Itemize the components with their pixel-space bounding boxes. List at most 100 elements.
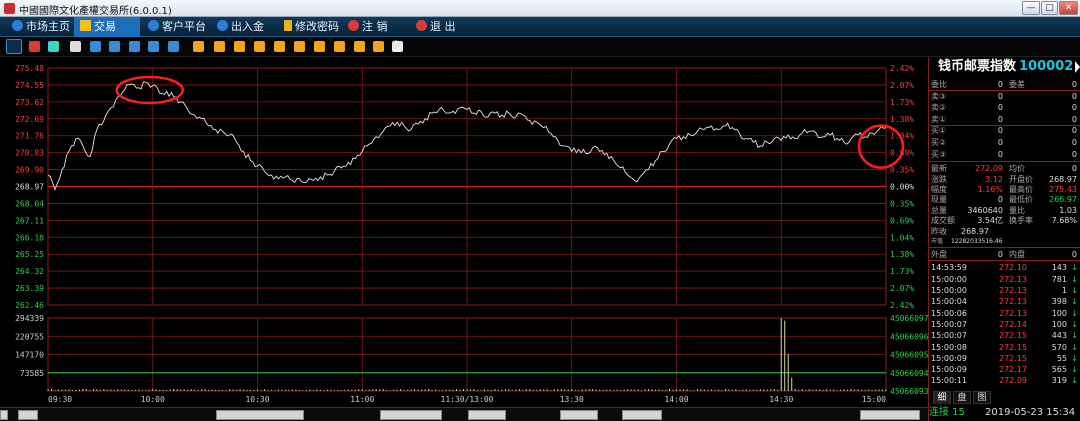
s8-icon[interactable]: [334, 41, 345, 52]
y-icon[interactable]: [373, 41, 384, 52]
tick-volume: 565: [1051, 365, 1067, 375]
globe-icon: [12, 20, 23, 31]
divider: [929, 247, 1080, 249]
x-icon[interactable]: [168, 41, 179, 52]
line-chart-icon[interactable]: [29, 41, 40, 52]
intraday-chart-svg: 275.48 2.42% 274.55 2.07% 273.62 1.73% 272.69 1…: [15, 64, 929, 404]
tick-time: 15:00:00: [931, 286, 967, 295]
quote-value: 268.97: [961, 226, 989, 236]
tick-row: 15:00:11 272.09 319 ↓: [929, 375, 1080, 386]
s4-icon[interactable]: [254, 41, 265, 52]
app-logo-icon: [4, 3, 15, 14]
volume-tick-label: 220755: [15, 332, 44, 341]
menu-trade[interactable]: 交易: [74, 17, 140, 37]
order-book-price: 0: [997, 80, 1003, 89]
quote-panel: 钱币邮票指数 100002 委比 0 委差 0 卖③ 0 0 卖② 0 0 卖① 0 0 买① 0 0 买② 0 0 买…: [928, 57, 1080, 421]
s9-icon[interactable]: [354, 41, 365, 52]
order-book-row: 买② 0 0: [929, 137, 1080, 148]
close-button[interactable]: ✕: [1059, 1, 1078, 15]
tick-time: 15:00:07: [931, 331, 967, 341]
down-arrow-icon: ↓: [1071, 274, 1078, 284]
order-book-label: 买①: [931, 126, 947, 136]
tick-volume: 570: [1051, 342, 1067, 352]
season-icon[interactable]: [148, 41, 159, 52]
tick-volume: 443: [1051, 331, 1067, 341]
week-icon[interactable]: [109, 41, 120, 52]
volume-tick-label: 147170: [15, 351, 44, 360]
day-icon[interactable]: [90, 41, 101, 52]
percent-tick-label: 2.07%: [890, 284, 914, 293]
maximize-button[interactable]: □: [1041, 1, 1058, 15]
order-book-volume: 0: [1071, 126, 1077, 136]
s6-icon[interactable]: [294, 41, 305, 52]
menu-change-password[interactable]: 修改密码: [282, 17, 344, 37]
tab-book[interactable]: 盘: [953, 391, 971, 404]
time-tick-label: 14:30: [769, 395, 793, 404]
tab-chart[interactable]: 图: [973, 391, 991, 404]
annotation-circle: [115, 75, 185, 105]
annotation-circle: [857, 124, 905, 169]
menu-deposit-withdraw[interactable]: 出入金: [215, 17, 271, 37]
time-tick-label: 13:30: [560, 395, 584, 404]
tick-volume: 100: [1051, 319, 1067, 329]
quote-value: 275.43: [1049, 185, 1077, 194]
s3-icon[interactable]: [234, 41, 245, 52]
down-arrow-icon: ↓: [1071, 263, 1078, 273]
s2-icon[interactable]: [214, 41, 225, 52]
menu-market-home[interactable]: 市场主页: [8, 17, 72, 37]
minimize-button[interactable]: —: [1022, 1, 1040, 15]
down-arrow-icon: ↓: [1071, 353, 1078, 363]
quote-row: 市值 12282033516.46: [929, 236, 1080, 247]
tab-detail[interactable]: 细: [933, 391, 951, 404]
tick-icon[interactable]: [48, 41, 59, 52]
main-menu: 市场主页 交易 客户平台 出入金 修改密码 注 销 退 出: [0, 17, 1080, 37]
settings-icon[interactable]: ⚙: [391, 38, 401, 51]
order-book-price: 0: [997, 114, 1003, 124]
connection-status: 连接 15: [929, 407, 965, 418]
card-icon[interactable]: [70, 41, 81, 52]
tick-time: 15:00:06: [931, 308, 967, 318]
outer-label: 外盘: [931, 250, 947, 260]
volume-tick-label: 294339: [15, 314, 44, 323]
s5-icon[interactable]: [274, 41, 285, 52]
volume-right-tick-label: 45066095: [890, 351, 928, 360]
panel-tabs: 细 盘 图: [929, 391, 1080, 404]
menu-exit[interactable]: 退 出: [414, 17, 476, 37]
power-icon: [348, 20, 359, 31]
divider: [929, 260, 1080, 262]
percent-tick-label: 0.00%: [890, 183, 914, 192]
chart-bars-icon[interactable]: [6, 39, 22, 54]
price-tick-label: 268.04: [15, 199, 44, 208]
tick-row: 15:00:07 272.14 100 ↓: [929, 319, 1080, 330]
s1-icon[interactable]: [193, 41, 204, 52]
quote-label: 最高价: [1009, 185, 1033, 194]
tick-volume: 55: [1056, 353, 1067, 363]
quote-row: 昨收 268.97: [929, 226, 1080, 237]
order-book-price: 0: [997, 103, 1003, 113]
order-book-row: 卖① 0 0: [929, 114, 1080, 125]
globe-icon: [217, 20, 228, 31]
s7-icon[interactable]: [314, 41, 325, 52]
price-tick-label: 264.32: [15, 267, 44, 276]
volume-right-tick-label: 45066093: [890, 387, 928, 396]
next-arrow-icon[interactable]: [1075, 61, 1080, 73]
price-tick-label: 262.46: [15, 301, 44, 310]
quote-value: 1.16%: [977, 185, 1003, 194]
percent-tick-label: 1.38%: [890, 115, 914, 124]
quote-label: 换手率: [1009, 216, 1033, 226]
tick-row: 15:00:08 272.15 570 ↓: [929, 342, 1080, 353]
tick-row: 15:00:00 272.13 781 ↓: [929, 274, 1080, 285]
month-icon[interactable]: [129, 41, 140, 52]
quote-label: 量比: [1009, 205, 1025, 215]
quote-value: 0: [1071, 164, 1077, 174]
tick-time: 15:00:00: [931, 274, 967, 284]
tick-row: 15:00:09 272.15 55 ↓: [929, 353, 1080, 364]
order-book-label: 卖②: [931, 103, 947, 113]
menu-logout[interactable]: 注 销: [346, 17, 408, 37]
order-book-label: 卖③: [931, 91, 947, 101]
quote-label: 开盘价: [1009, 174, 1033, 184]
app-window: 中國國際文化產權交易所(6.0.0.1) — □ ✕ 市场主页 交易 客户平台 …: [0, 0, 1080, 421]
order-book-volume: 0: [1071, 149, 1077, 159]
chart-icon: [80, 20, 91, 31]
menu-client-platform[interactable]: 客户平台: [146, 17, 210, 37]
